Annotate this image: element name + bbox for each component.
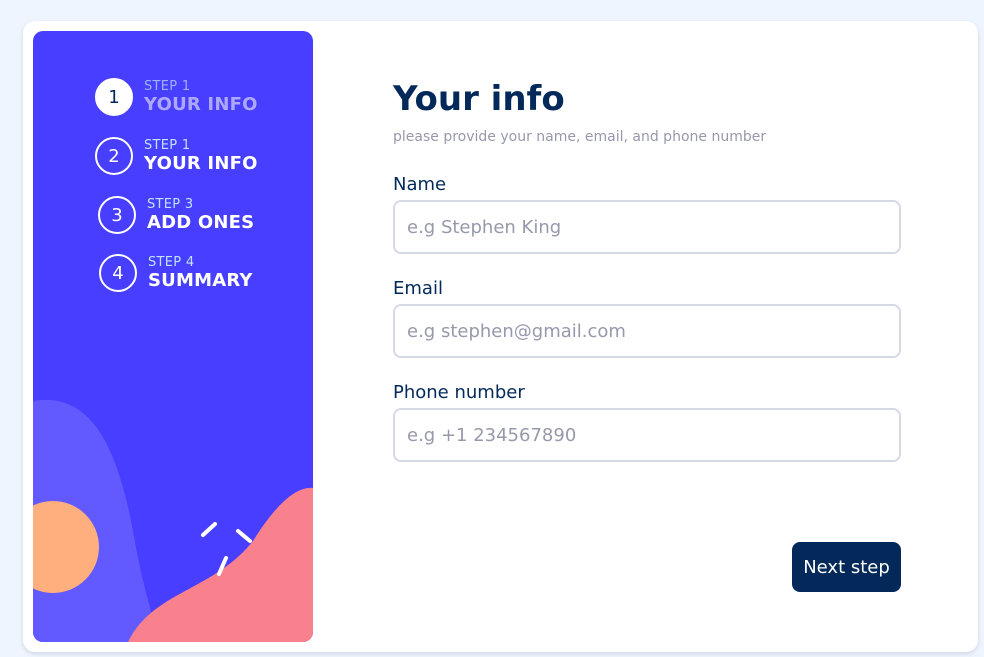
step-title: YOUR INFO (144, 93, 258, 115)
name-label: Name (393, 174, 447, 195)
sidebar-step-3[interactable]: 3 STEP 3 ADD ONES (98, 196, 254, 234)
step-title: YOUR INFO (144, 152, 258, 174)
sidebar-step-1[interactable]: 1 STEP 1 YOUR INFO (95, 78, 258, 116)
sidebar: 1 STEP 1 YOUR INFO 2 STEP 1 YOUR INFO 3 … (33, 31, 313, 642)
email-input[interactable] (393, 304, 901, 358)
page-subtitle: please provide your name, email, and pho… (393, 129, 767, 145)
phone-label: Phone number (393, 382, 525, 403)
sidebar-step-2[interactable]: 2 STEP 1 YOUR INFO (95, 137, 258, 175)
step-title: SUMMARY (148, 269, 253, 291)
step-label: STEP 1 (144, 78, 191, 94)
email-label: Email (393, 278, 443, 299)
page-title: Your info (393, 79, 565, 119)
step-label: STEP 4 (148, 254, 195, 270)
name-input[interactable] (393, 200, 901, 254)
sidebar-decoration (33, 399, 313, 642)
step-label: STEP 3 (147, 196, 194, 212)
step-label: STEP 1 (144, 137, 191, 153)
step-number: 4 (99, 254, 137, 292)
step-title: ADD ONES (147, 211, 255, 233)
form-card: 1 STEP 1 YOUR INFO 2 STEP 1 YOUR INFO 3 … (23, 21, 978, 652)
step-number: 2 (95, 137, 133, 175)
next-step-button[interactable]: Next step (792, 542, 901, 592)
phone-input[interactable] (393, 408, 901, 462)
sidebar-step-4[interactable]: 4 STEP 4 SUMMARY (99, 254, 253, 292)
step-number: 1 (95, 78, 133, 116)
step-number: 3 (98, 196, 136, 234)
